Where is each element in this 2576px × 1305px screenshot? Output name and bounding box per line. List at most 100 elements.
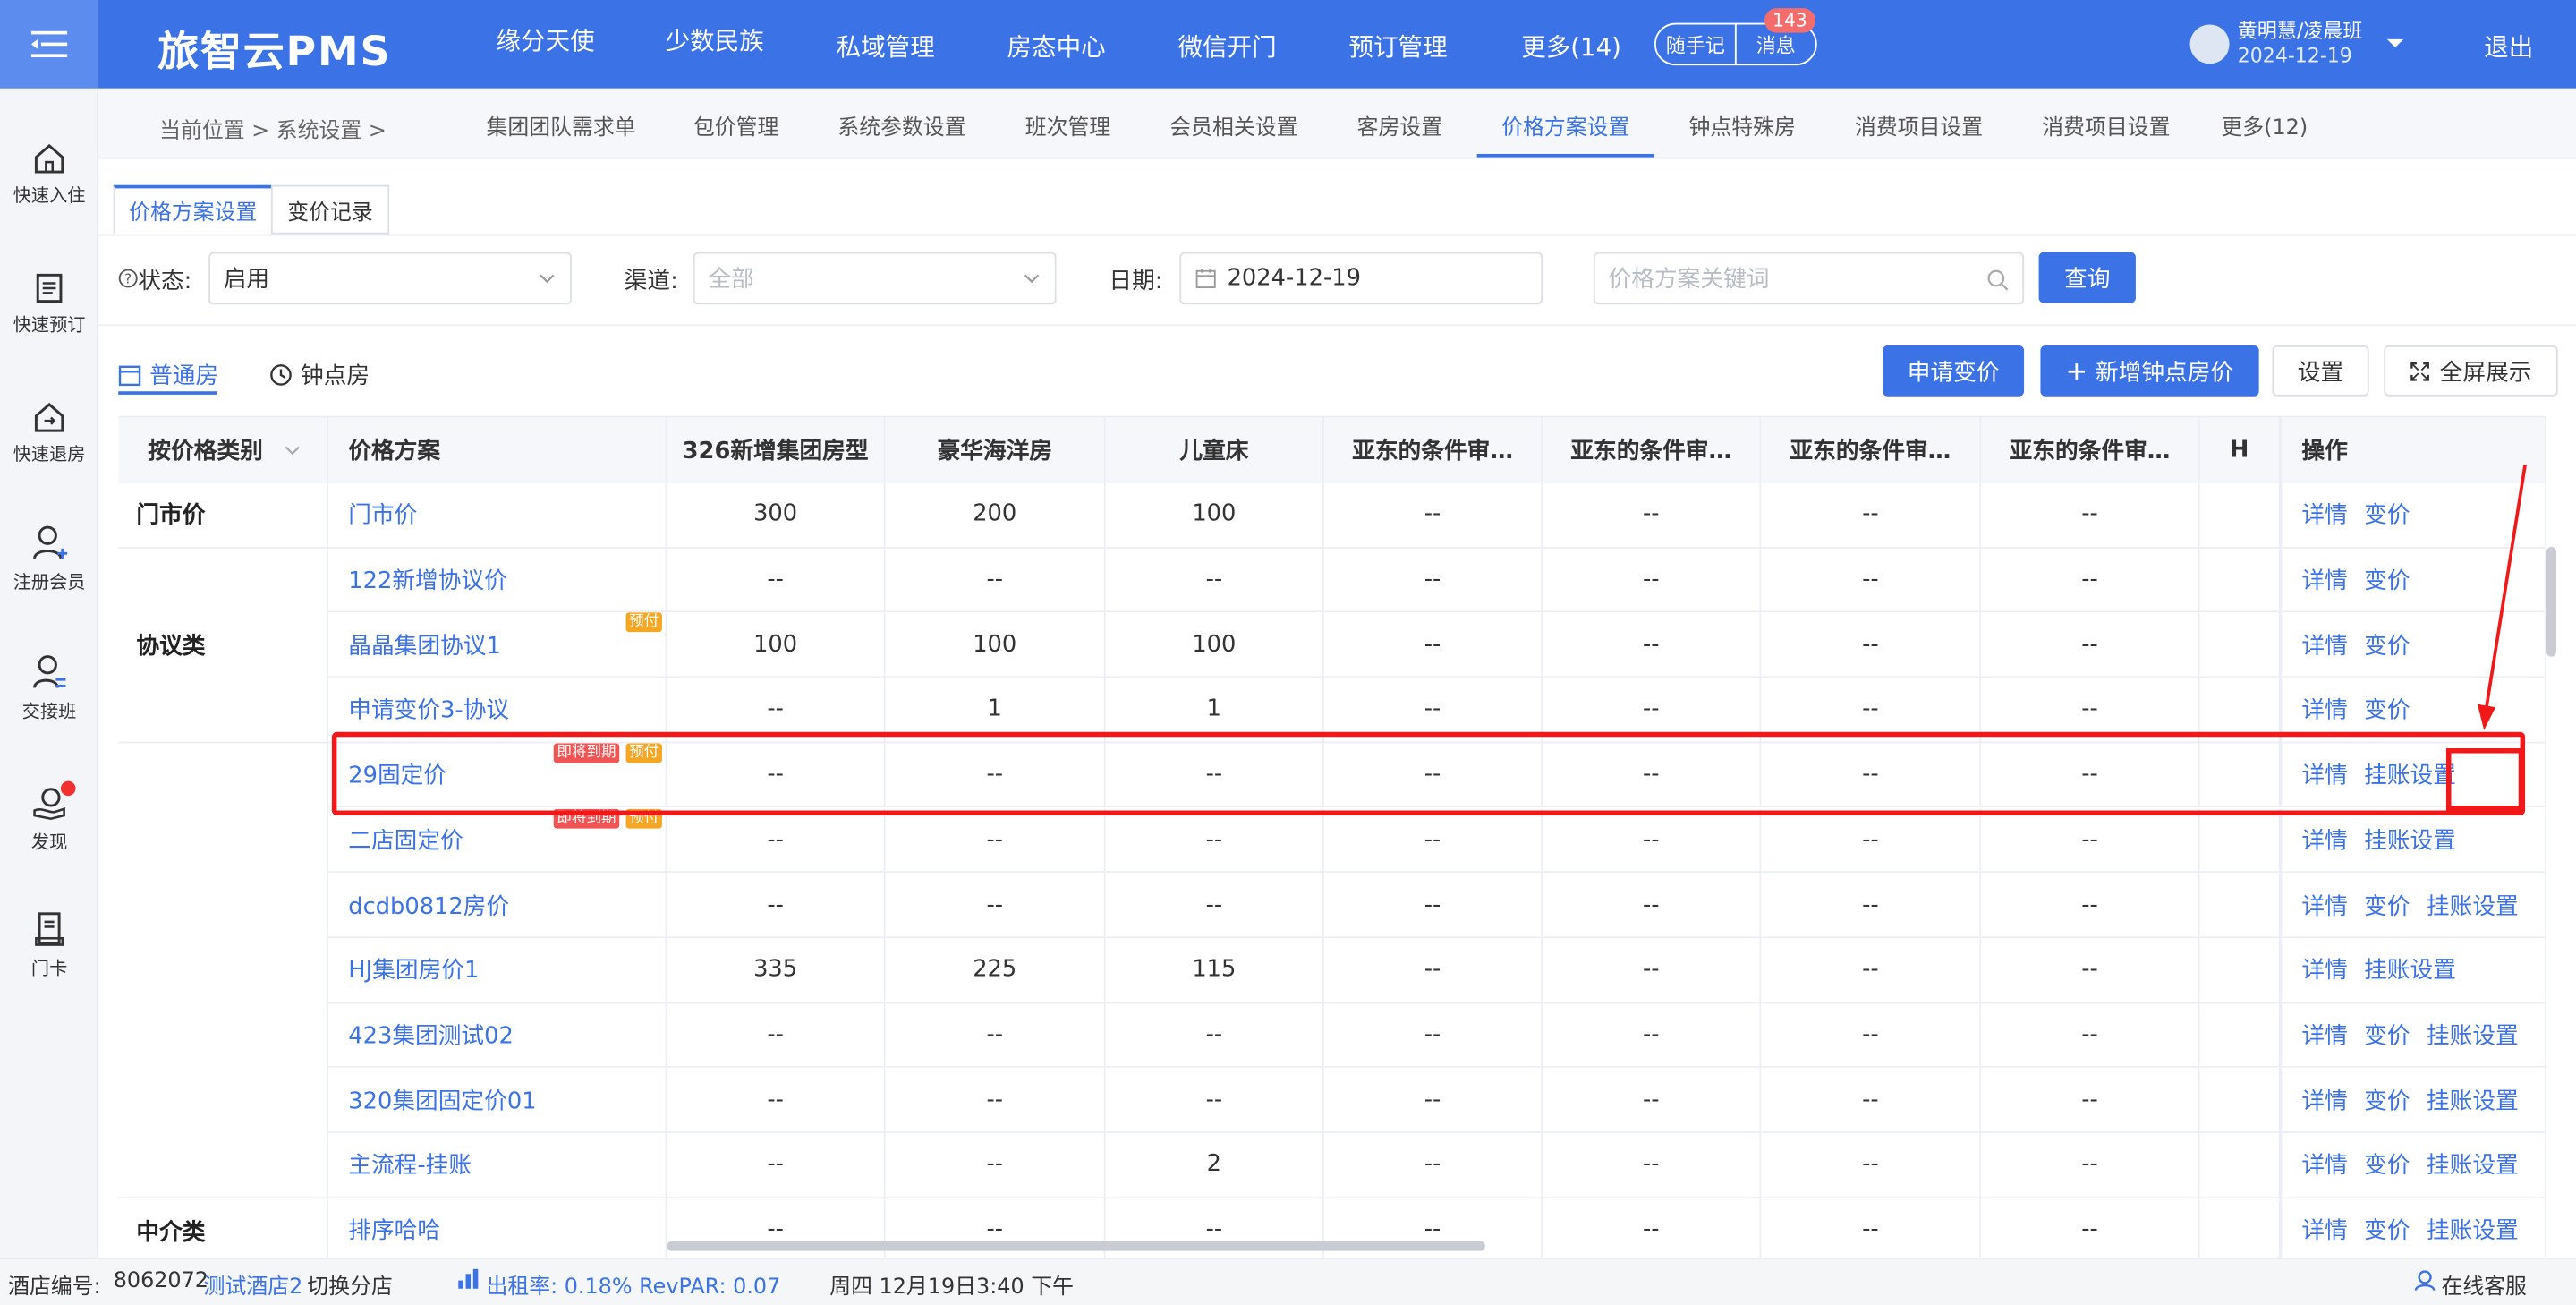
billing-settings-link[interactable]: 挂账设置	[2427, 889, 2519, 922]
change-price-link[interactable]: 变价	[2364, 1019, 2410, 1052]
menu-toggle-button[interactable]	[0, 0, 99, 89]
query-button[interactable]: 查询	[2038, 252, 2136, 303]
change-price-link[interactable]: 变价	[2364, 1214, 2410, 1247]
price-plan-link[interactable]: 主流程-挂账	[348, 1148, 472, 1181]
user-menu[interactable]: 黄明慧/凌晨班 2024-12-19	[2189, 20, 2406, 69]
detail-link[interactable]: 详情	[2301, 823, 2347, 857]
actions-cell: 详情 挂账设置	[2280, 938, 2546, 1003]
subtab-price-plan[interactable]: 价格方案设置	[113, 184, 273, 235]
tab-shift[interactable]: 班次管理	[1025, 110, 1111, 141]
sidebar-item-discover[interactable]: 发现	[0, 780, 98, 855]
column-header[interactable]: 按价格类别	[118, 417, 329, 483]
detail-link[interactable]: 详情	[2301, 889, 2347, 922]
tab-room-settings[interactable]: 客房设置	[1357, 110, 1443, 141]
nav-item[interactable]: 预订管理	[1348, 30, 1447, 64]
billing-settings-link[interactable]: 挂账设置	[2427, 1083, 2519, 1116]
switch-hotel-button[interactable]: 切换分店	[307, 1269, 393, 1300]
price-plan-link[interactable]: 排序哈哈	[348, 1214, 440, 1247]
price-plan-link[interactable]: 122新增协议价	[348, 563, 507, 596]
sidebar-item-label: 交接班	[21, 700, 77, 722]
price-cell: --	[1323, 482, 1543, 549]
billing-settings-link[interactable]: 挂账设置	[2427, 1214, 2519, 1247]
price-plan-name-cell: 二店固定价 即将到期 预付	[328, 807, 667, 874]
price-plan-link[interactable]: 门市价	[348, 499, 417, 532]
price-plan-link[interactable]: dcdb0812房价	[348, 889, 509, 922]
sidebar-item-member[interactable]: 注册会员	[0, 524, 98, 594]
channel-select[interactable]: 全部	[693, 252, 1057, 305]
svg-text:?: ?	[124, 272, 132, 287]
change-price-link[interactable]: 变价	[2364, 1083, 2410, 1116]
horizontal-scrollbar[interactable]	[667, 1241, 1485, 1251]
detail-link[interactable]: 详情	[2301, 1148, 2347, 1181]
sidebar-item-card[interactable]: 门卡	[0, 910, 98, 981]
tab-more[interactable]: 更多(12)	[2221, 110, 2308, 141]
detail-link[interactable]: 详情	[2301, 694, 2347, 727]
status-select[interactable]: 启用	[208, 252, 572, 305]
left-sidebar: 快速入住 快速预订 快速退房 注册会员 交接班 发现 门卡	[0, 88, 99, 1258]
change-price-link[interactable]: 变价	[2364, 628, 2410, 661]
change-price-link[interactable]: 变价	[2364, 1148, 2410, 1181]
keyword-search-input[interactable]: 价格方案关键词	[1594, 252, 2025, 305]
detail-link[interactable]: 详情	[2301, 628, 2347, 661]
user-swap-icon	[33, 655, 66, 688]
sidebar-item-checkin[interactable]: 快速入住	[0, 141, 98, 208]
add-hourly-price-button[interactable]: 新增钟点房价	[2040, 345, 2259, 397]
nav-item-more[interactable]: 更多(14)	[1521, 30, 1621, 64]
column-header-label: 豪华海洋房	[937, 438, 1053, 465]
detail-link[interactable]: 详情	[2301, 1083, 2347, 1116]
billing-settings-link[interactable]: 挂账设置	[2364, 953, 2456, 986]
change-price-link[interactable]: 变价	[2364, 694, 2410, 727]
logout-button[interactable]: 退出	[2484, 30, 2533, 64]
detail-link[interactable]: 详情	[2301, 1214, 2347, 1247]
tab-consumption[interactable]: 消费项目设置	[1855, 110, 1983, 141]
vertical-scrollbar[interactable]	[2546, 547, 2556, 657]
price-plan-link[interactable]: HJ集团房价1	[348, 953, 479, 986]
detail-link[interactable]: 详情	[2301, 1019, 2347, 1052]
tab-price-plan[interactable]: 价格方案设置	[1501, 110, 1629, 141]
nav-item[interactable]: 私域管理	[837, 30, 935, 64]
settings-button[interactable]: 设置	[2272, 345, 2369, 397]
tab-package[interactable]: 包价管理	[693, 110, 779, 141]
subtab-change-log[interactable]: 变价记录	[270, 184, 390, 235]
billing-settings-link[interactable]: 挂账设置	[2427, 1019, 2519, 1052]
nav-item[interactable]: 少数民族	[666, 23, 764, 57]
billing-settings-link[interactable]: 挂账设置	[2364, 823, 2456, 857]
nav-item[interactable]: 缘分天使	[497, 23, 595, 57]
billing-settings-link[interactable]: 挂账设置	[2427, 1148, 2519, 1181]
change-price-link[interactable]: 变价	[2364, 563, 2410, 596]
price-cell: --	[667, 1132, 886, 1198]
price-plan-link[interactable]: 申请变价3-协议	[348, 694, 509, 727]
nav-item[interactable]: 微信开门	[1177, 30, 1276, 64]
price-plan-link[interactable]: 423集团测试02	[348, 1019, 514, 1052]
price-cell: --	[1981, 807, 2200, 874]
nav-item[interactable]: 房态中心	[1007, 30, 1106, 64]
price-plan-link[interactable]: 320集团固定价01	[348, 1083, 536, 1116]
change-price-link[interactable]: 变价	[2364, 499, 2410, 532]
notification-dot	[60, 780, 76, 797]
detail-link[interactable]: 详情	[2301, 563, 2347, 596]
price-cell: 100	[667, 612, 886, 678]
notes-button[interactable]: 随手记	[1656, 24, 1735, 64]
help-icon[interactable]: ?	[118, 269, 138, 288]
tab-standard-room[interactable]: 普通房	[118, 359, 218, 392]
change-price-link[interactable]: 变价	[2364, 889, 2410, 922]
apply-price-change-button[interactable]: 申请变价	[1883, 345, 2025, 397]
fullscreen-button[interactable]: 全屏展示	[2384, 345, 2558, 397]
sidebar-item-shift[interactable]: 交接班	[0, 653, 98, 724]
divider	[98, 234, 2576, 236]
sidebar-item-checkout[interactable]: 快速退房	[0, 399, 98, 466]
detail-link[interactable]: 详情	[2301, 499, 2347, 532]
sidebar-item-booking[interactable]: 快速预订	[0, 270, 98, 337]
tab-hourly-room[interactable]: 钟点房	[269, 359, 370, 392]
date-picker[interactable]: 2024-12-19	[1179, 252, 1543, 305]
tab-consumption-2[interactable]: 消费项目设置	[2042, 110, 2170, 141]
detail-link[interactable]: 详情	[2301, 953, 2347, 986]
online-service-link[interactable]: 在线客服	[2441, 1269, 2527, 1300]
tab-hourly-room[interactable]: 钟点特殊房	[1689, 110, 1796, 141]
tab-group-demand[interactable]: 集团团队需求单	[486, 110, 635, 141]
price-cell: 2	[1105, 1132, 1324, 1198]
tab-member-settings[interactable]: 会员相关设置	[1169, 110, 1297, 141]
price-plan-link[interactable]: 晶晶集团协议1	[348, 628, 501, 661]
price-plan-link[interactable]: 二店固定价	[348, 823, 463, 857]
tab-system-params[interactable]: 系统参数设置	[837, 110, 965, 141]
